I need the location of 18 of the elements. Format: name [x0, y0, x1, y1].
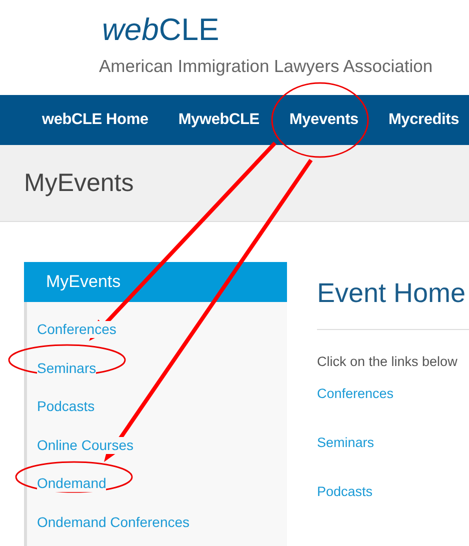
event-link[interactable]: Conferences — [317, 386, 469, 435]
event-link[interactable]: Seminars — [317, 435, 469, 484]
nav-link[interactable]: Myevents — [274, 111, 374, 129]
nav-link[interactable]: webCLE Home — [27, 111, 164, 129]
page-title: MyEvents — [24, 168, 134, 198]
sidebar-link[interactable]: Online Courses — [37, 436, 134, 454]
nav-link[interactable]: Mycredits — [373, 111, 469, 129]
section-title: Event Home — [317, 278, 467, 309]
sidebar-header: MyEvents — [24, 262, 287, 302]
sidebar-link[interactable]: Seminars — [37, 360, 96, 376]
sidebar-link[interactable]: Conferences — [37, 321, 116, 338]
sidebar-link[interactable]: Ondemand — [37, 475, 106, 492]
logo[interactable]: webCLE — [102, 12, 220, 48]
sidebar-link[interactable]: Ondemand Conferences — [37, 514, 190, 530]
intro-text: Click on the links below — [317, 354, 458, 369]
logo-subtitle: American Immigration Lawyers Association — [99, 56, 433, 77]
event-link[interactable]: Podcasts — [317, 484, 469, 533]
nav-link[interactable]: MywebCLE — [163, 111, 274, 129]
